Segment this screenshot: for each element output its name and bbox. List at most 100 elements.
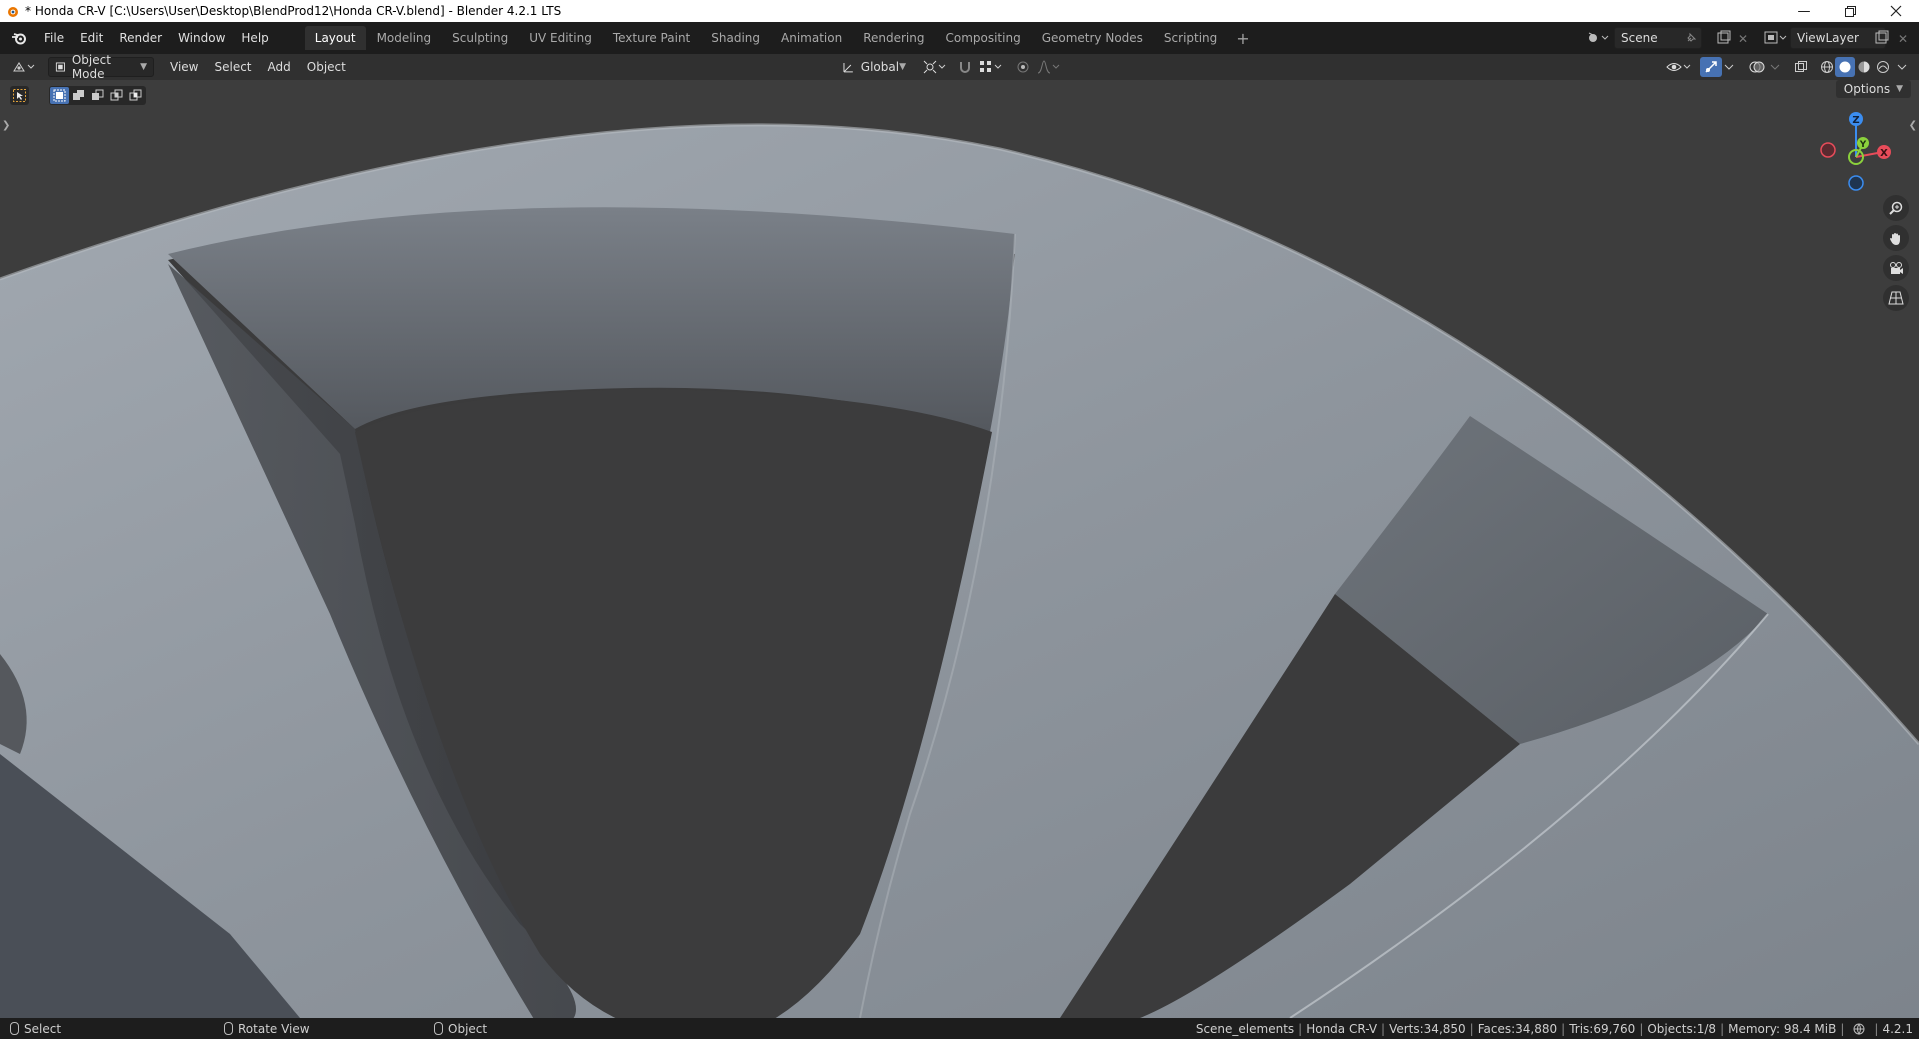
tab-geometry-nodes[interactable]: Geometry Nodes	[1032, 26, 1153, 50]
wheel-rim-render	[0, 80, 1919, 1018]
tab-sculpting[interactable]: Sculpting	[442, 26, 518, 50]
network-icon[interactable]	[1852, 1022, 1866, 1036]
mouse-middle-icon	[224, 1022, 233, 1035]
status-hint-object: Object	[434, 1022, 487, 1036]
tab-modeling[interactable]: Modeling	[367, 26, 442, 50]
delete-scene-icon[interactable]: ✕	[1738, 32, 1748, 46]
scene-selector[interactable]: Scene	[1614, 27, 1702, 49]
camera-view-icon[interactable]	[1883, 255, 1909, 281]
proportional-editing-icon[interactable]	[1012, 57, 1034, 77]
stat-object: Honda CR-V	[1306, 1021, 1378, 1036]
scene-type-icon[interactable]	[1586, 28, 1610, 51]
menu-help[interactable]: Help	[233, 28, 276, 48]
tool-settings-row	[10, 86, 146, 105]
axis-orientation-icon	[843, 63, 853, 73]
mode-label: Object Mode	[71, 53, 111, 81]
menu-window[interactable]: Window	[170, 28, 233, 48]
select-extend-icon[interactable]	[69, 87, 88, 104]
proportional-falloff-icon[interactable]	[1034, 57, 1064, 77]
object-mode-icon	[55, 62, 65, 72]
header-menu-select[interactable]: Select	[206, 60, 259, 74]
visibility-dropdown-icon[interactable]	[1664, 57, 1694, 77]
viewport-header: Object Mode ▼ View Select Add Object Glo…	[0, 53, 1919, 81]
status-hint-rotate: Rotate View	[224, 1022, 310, 1036]
minimize-icon[interactable]: —	[1781, 0, 1827, 22]
menu-edit[interactable]: Edit	[72, 28, 111, 48]
snap-toggle-icon[interactable]	[954, 57, 976, 77]
hint-object-label: Object	[448, 1021, 488, 1036]
gizmo-x-label: X	[1880, 148, 1888, 159]
header-menu-object[interactable]: Object	[299, 60, 354, 74]
chevron-down-icon[interactable]	[1768, 57, 1782, 77]
tab-scripting[interactable]: Scripting	[1154, 26, 1227, 50]
mouse-right-icon	[434, 1022, 443, 1035]
stat-objects: Objects:1/8	[1647, 1021, 1717, 1036]
add-workspace-button[interactable]: +	[1228, 29, 1257, 48]
tab-rendering[interactable]: Rendering	[853, 26, 934, 50]
top-bar: File Edit Render Window Help Layout Mode…	[0, 22, 1919, 54]
select-new-icon[interactable]	[50, 87, 69, 104]
select-subtract-icon[interactable]	[88, 87, 107, 104]
view-layer-type-icon[interactable]	[1762, 28, 1788, 51]
delete-view-layer-icon[interactable]: ✕	[1898, 32, 1908, 46]
chevron-down-icon: ▼	[899, 62, 906, 72]
pan-hand-icon[interactable]	[1883, 225, 1909, 251]
stat-collection: Scene_elements	[1195, 1021, 1295, 1036]
zoom-icon[interactable]	[1883, 195, 1909, 221]
material-shading-icon[interactable]	[1854, 57, 1874, 77]
header-menu-add[interactable]: Add	[260, 60, 299, 74]
editor-type-icon[interactable]	[8, 57, 40, 77]
mode-dropdown[interactable]: Object Mode ▼	[48, 53, 154, 81]
stat-version: 4.2.1	[1882, 1021, 1913, 1036]
chevron-down-icon: ▼	[140, 62, 147, 72]
selection-mode-group	[49, 86, 146, 105]
xray-toggle-icon[interactable]	[1790, 57, 1812, 77]
sidebar-expand-icon[interactable]: ❮	[1909, 120, 1917, 131]
solid-shading-icon[interactable]	[1835, 57, 1855, 77]
restore-icon[interactable]	[1827, 0, 1873, 22]
tab-layout[interactable]: Layout	[304, 26, 366, 50]
stat-faces: Faces:34,880	[1477, 1021, 1558, 1036]
new-view-layer-icon[interactable]	[1874, 30, 1890, 49]
3d-viewport[interactable]: ❯ ❮	[0, 80, 1919, 1018]
menu-render[interactable]: Render	[111, 28, 170, 48]
select-tool-icon[interactable]	[10, 86, 29, 105]
view-layer-selector[interactable]: ViewLayer	[1790, 27, 1886, 49]
snap-target-icon[interactable]	[976, 57, 1006, 77]
options-dropdown[interactable]: Options ▼	[1835, 80, 1911, 98]
new-scene-icon[interactable]	[1716, 30, 1732, 49]
navigation-gizmo[interactable]: Z X Y	[1813, 105, 1899, 191]
transform-orientation-dropdown[interactable]: Global ▼	[836, 57, 912, 77]
tab-compositing[interactable]: Compositing	[935, 26, 1030, 50]
chevron-down-icon[interactable]	[1722, 57, 1736, 77]
gizmo-neg-z-axis[interactable]	[1848, 175, 1864, 191]
mouse-left-icon	[10, 1022, 19, 1035]
tab-shading[interactable]: Shading	[701, 26, 770, 50]
hint-rotate-label: Rotate View	[238, 1021, 310, 1036]
close-icon[interactable]	[1873, 0, 1919, 22]
gizmo-neg-x-axis[interactable]	[1820, 142, 1836, 158]
chevron-down-icon[interactable]	[1894, 57, 1910, 77]
tab-texture-paint[interactable]: Texture Paint	[603, 26, 700, 50]
pin-icon[interactable]	[1685, 32, 1697, 44]
header-menu-view[interactable]: View	[162, 60, 206, 74]
rendered-shading-icon[interactable]	[1873, 57, 1893, 77]
pivot-point-icon[interactable]	[920, 57, 950, 77]
toolbar-expand-icon[interactable]: ❯	[2, 120, 10, 131]
gizmo-toggle-icon[interactable]	[1700, 57, 1722, 77]
menu-file[interactable]: File	[36, 28, 72, 48]
blender-logo-icon[interactable]	[8, 27, 30, 49]
overlay-toggle-icon[interactable]	[1746, 57, 1768, 77]
chevron-down-icon: ▼	[1896, 84, 1903, 94]
select-intersect-icon[interactable]	[126, 87, 145, 104]
scene-name: Scene	[1621, 31, 1658, 45]
view-layer-name: ViewLayer	[1797, 31, 1859, 45]
gizmo-z-label: Z	[1852, 115, 1859, 126]
navigation-tools	[1883, 195, 1909, 311]
stat-verts: Verts:34,850	[1389, 1021, 1466, 1036]
tab-uv-editing[interactable]: UV Editing	[519, 26, 602, 50]
window-titlebar: * Honda CR-V [C:\Users\User\Desktop\Blen…	[0, 0, 1919, 22]
select-invert-icon[interactable]	[107, 87, 126, 104]
tab-animation[interactable]: Animation	[771, 26, 852, 50]
perspective-toggle-icon[interactable]	[1883, 285, 1909, 311]
